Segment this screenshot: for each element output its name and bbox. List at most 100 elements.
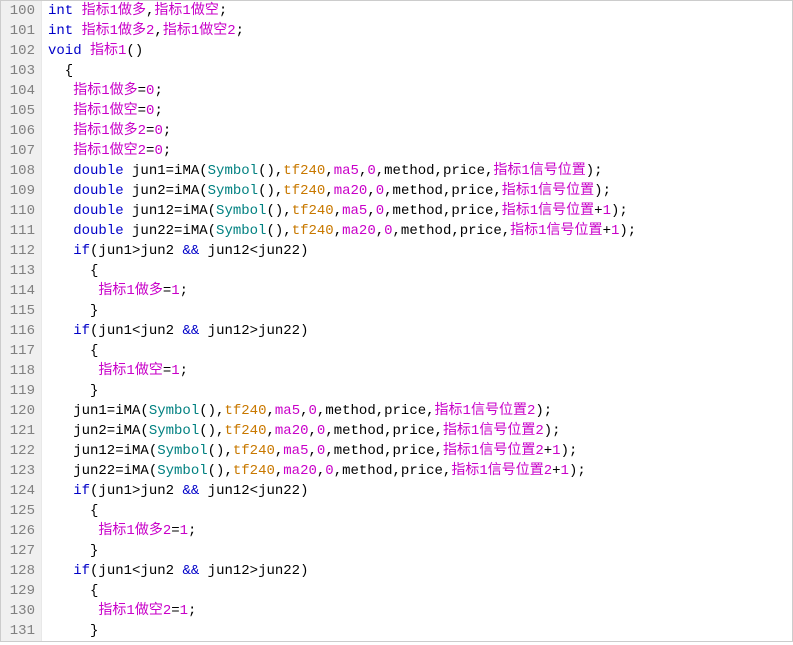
code-line: int 指标1做多,指标1做空;	[48, 1, 792, 21]
token-plain	[48, 363, 98, 379]
code-line: {	[48, 261, 792, 281]
token-fn: Symbol	[216, 203, 266, 219]
token-id: 指标1做多2	[98, 523, 171, 539]
token-op: ,	[334, 223, 342, 239]
token-op: ,	[367, 183, 375, 199]
line-number: 109	[5, 181, 35, 201]
token-op: ()	[126, 43, 143, 59]
token-plain: jun12>jun22)	[199, 563, 308, 579]
token-id: 指标1信号位置2	[435, 403, 536, 419]
token-op: (),	[208, 443, 233, 459]
token-kw: &&	[182, 323, 199, 339]
token-plain	[48, 123, 73, 139]
token-plain: ,method,price,	[384, 183, 502, 199]
token-tf: tf240	[233, 443, 275, 459]
token-plain: jun12>jun22)	[199, 323, 308, 339]
line-number: 106	[5, 121, 35, 141]
token-op: ;	[180, 363, 188, 379]
token-tf: tf240	[224, 403, 266, 419]
token-id: 指标1信号位置2	[443, 423, 544, 439]
token-num: 0	[376, 203, 384, 219]
line-number: 123	[5, 461, 35, 481]
token-ma: ma5	[283, 443, 308, 459]
token-tf: tf240	[283, 163, 325, 179]
token-id: 指标1做多	[98, 283, 162, 299]
token-plain: jun1=iMA(	[132, 163, 208, 179]
code-line: double jun12=iMA(Symbol(),tf240,ma5,0,me…	[48, 201, 792, 221]
token-op: ,	[376, 223, 384, 239]
token-kw: &&	[182, 243, 199, 259]
token-op: ;	[188, 603, 196, 619]
token-plain	[48, 323, 73, 339]
token-plain	[48, 83, 73, 99]
line-number: 120	[5, 401, 35, 421]
token-op: (),	[258, 183, 283, 199]
code-line: 指标1做多=0;	[48, 81, 792, 101]
code-line: 指标1做多=1;	[48, 281, 792, 301]
token-op: }	[48, 303, 98, 319]
token-op: ,	[309, 443, 317, 459]
line-number: 107	[5, 141, 35, 161]
line-number: 121	[5, 421, 35, 441]
code-line: }	[48, 541, 792, 561]
token-plain: jun12<jun22)	[199, 243, 308, 259]
token-op: ;	[154, 83, 162, 99]
token-num: 0	[154, 123, 162, 139]
token-id: 指标1做多2	[82, 23, 155, 39]
token-plain	[48, 223, 73, 239]
token-ma: ma5	[275, 403, 300, 419]
code-line: 指标1做空=0;	[48, 101, 792, 121]
code-line: {	[48, 61, 792, 81]
token-ma: ma5	[334, 163, 359, 179]
code-line: 指标1做空2=0;	[48, 141, 792, 161]
token-num: 0	[376, 183, 384, 199]
code-line: 指标1做多2=1;	[48, 521, 792, 541]
token-plain	[48, 103, 73, 119]
token-kw: double	[73, 183, 132, 199]
code-line: jun12=iMA(Symbol(),tf240,ma5,0,method,pr…	[48, 441, 792, 461]
token-id: 指标1信号位置2	[451, 463, 552, 479]
token-op: }	[48, 623, 98, 639]
token-fn: Symbol	[149, 403, 199, 419]
token-ma: ma20	[275, 423, 309, 439]
line-number: 116	[5, 321, 35, 341]
token-tf: tf240	[292, 223, 334, 239]
token-fn: Symbol	[216, 223, 266, 239]
token-id: 指标1做多	[82, 3, 146, 19]
token-fn: Symbol	[157, 463, 207, 479]
token-op: {	[48, 583, 98, 599]
token-op: );	[535, 403, 552, 419]
token-plain	[48, 183, 73, 199]
token-op: ;	[154, 103, 162, 119]
token-num: 1	[180, 523, 188, 539]
token-plain: (jun1<jun2	[90, 323, 182, 339]
token-plain: (jun1>jun2	[90, 243, 182, 259]
line-number: 117	[5, 341, 35, 361]
code-line: void 指标1()	[48, 41, 792, 61]
token-op: (),	[258, 163, 283, 179]
token-op: ,	[266, 423, 274, 439]
token-num: 1	[603, 203, 611, 219]
token-id: 指标1信号位置	[502, 203, 594, 219]
token-op: );	[594, 183, 611, 199]
line-number: 130	[5, 601, 35, 621]
token-op: );	[561, 443, 578, 459]
token-ma: ma20	[342, 223, 376, 239]
token-op: );	[544, 423, 561, 439]
token-num: 1	[171, 363, 179, 379]
code-line: jun1=iMA(Symbol(),tf240,ma5,0,method,pri…	[48, 401, 792, 421]
token-op: ;	[163, 143, 171, 159]
token-ma: ma20	[283, 463, 317, 479]
token-num: 0	[154, 143, 162, 159]
code-editor: 1001011021031041051061071081091101111121…	[1, 1, 792, 641]
token-plain	[48, 603, 98, 619]
code-line: }	[48, 621, 792, 641]
token-num: 1	[171, 283, 179, 299]
token-op: =	[138, 83, 146, 99]
code-line: jun22=iMA(Symbol(),tf240,ma20,0,method,p…	[48, 461, 792, 481]
code-line: {	[48, 341, 792, 361]
token-ma: ma5	[342, 203, 367, 219]
token-fn: Symbol	[208, 163, 258, 179]
token-op: }	[48, 383, 98, 399]
token-kw: double	[73, 223, 132, 239]
